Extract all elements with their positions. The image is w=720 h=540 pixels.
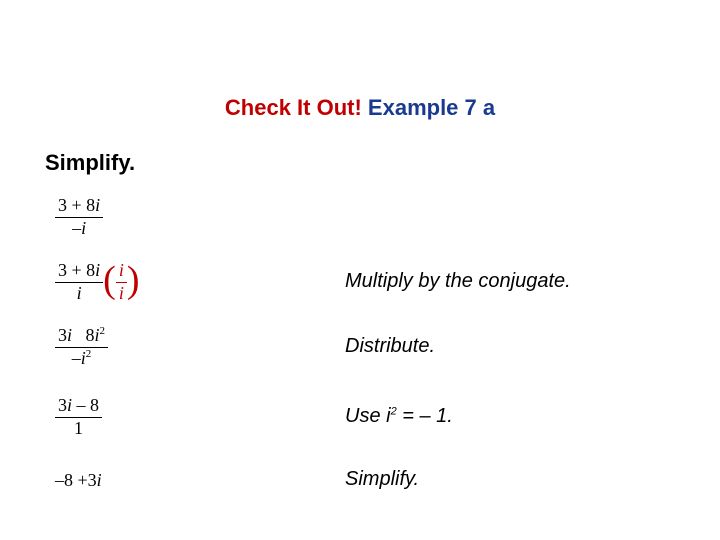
step-3-desc: Distribute. bbox=[345, 335, 435, 358]
heading-simplify: Simplify. bbox=[45, 150, 135, 176]
step-4-fraction: 3i – 8 1 bbox=[55, 395, 102, 439]
step-1-fraction: 3 + 8i –i bbox=[55, 195, 103, 239]
step-5-expr: –8 +3i bbox=[55, 470, 102, 491]
step-2-conjugate-fraction: i i bbox=[116, 260, 127, 304]
title-blue: Example 7 a bbox=[368, 95, 495, 120]
rparen-icon: ) bbox=[127, 263, 140, 297]
page-title: Check It Out! Example 7 a bbox=[0, 95, 720, 121]
step-1: 3 + 8i –i bbox=[55, 195, 103, 239]
step-2-main-fraction: 3 + 8i i bbox=[55, 260, 103, 304]
step-5: –8 +3i bbox=[55, 470, 102, 491]
step-2-desc: Multiply by the conjugate. bbox=[345, 270, 571, 293]
step-3-fraction: 3i 8i2 –i2 bbox=[55, 325, 108, 369]
lparen-icon: ( bbox=[103, 263, 116, 297]
step-3: 3i 8i2 –i2 bbox=[55, 325, 108, 369]
step-4-desc: Use i2 = – 1. bbox=[345, 405, 453, 428]
step-4: 3i – 8 1 bbox=[55, 395, 102, 439]
title-red: Check It Out! bbox=[225, 95, 362, 120]
step-2: 3 + 8i i ( i i ) bbox=[55, 260, 140, 304]
step-5-desc: Simplify. bbox=[345, 468, 419, 491]
